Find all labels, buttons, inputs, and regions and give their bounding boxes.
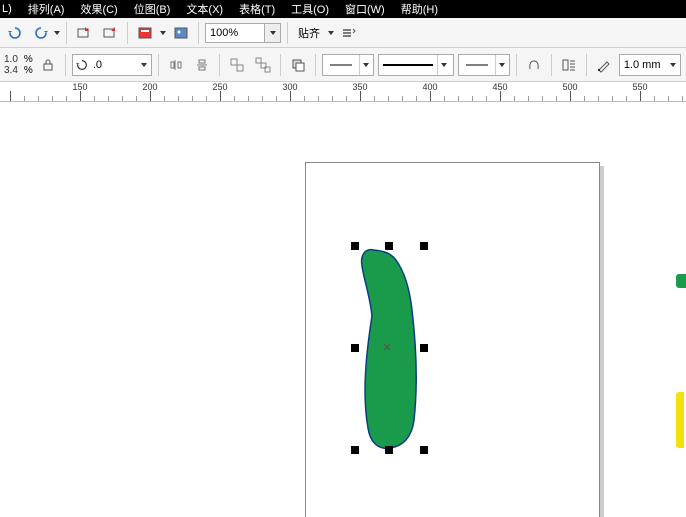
menu-item-tools[interactable]: 工具(O) [291, 1, 329, 17]
menu-item[interactable]: L) [2, 3, 12, 15]
menu-item-effects[interactable]: 效果(C) [80, 1, 117, 17]
undo-button[interactable] [4, 22, 26, 44]
snap-dropdown[interactable] [328, 31, 334, 35]
object-position-readout: 1.0 3.4 [4, 54, 20, 76]
menu-item-text[interactable]: 文本(X) [186, 1, 223, 17]
horizontal-ruler[interactable]: 150200250300350400450500550600 [0, 82, 686, 102]
menu-item-arrange[interactable]: 排列(A) [28, 1, 65, 17]
selection-center-marker[interactable]: ✕ [382, 342, 392, 352]
ruler-label: 500 [562, 82, 577, 92]
scale-percent-readout: % % [24, 54, 33, 76]
close-curve-button[interactable] [523, 54, 545, 76]
end-arrowhead-dropdown[interactable] [495, 55, 509, 75]
undo-history-dropdown[interactable] [54, 31, 60, 35]
end-arrowhead-combo[interactable] [458, 54, 510, 76]
zoom-level-combo[interactable] [205, 23, 281, 43]
offscreen-objects [676, 274, 686, 454]
zoom-level-dropdown[interactable] [265, 23, 281, 43]
export-button[interactable] [99, 22, 121, 44]
start-arrowhead-combo[interactable] [322, 54, 374, 76]
line-style-combo[interactable] [378, 54, 454, 76]
selection-handle[interactable] [385, 242, 393, 250]
rotate-icon [73, 58, 91, 72]
menu-item-window[interactable]: 窗口(W) [345, 1, 385, 17]
menu-item-help[interactable]: 帮助(H) [401, 1, 438, 17]
menu-bar: L) 排列(A) 效果(C) 位图(B) 文本(X) 表格(T) 工具(O) 窗… [0, 0, 686, 18]
ruler-label: 350 [352, 82, 367, 92]
ruler-label: 250 [212, 82, 227, 92]
end-arrowhead-preview [459, 55, 495, 75]
standard-toolbar: 贴齐 [0, 18, 686, 48]
wrap-text-button[interactable] [558, 54, 580, 76]
outline-pen-button[interactable] [593, 54, 615, 76]
zoom-level-input[interactable] [205, 23, 265, 43]
app-launcher-dropdown[interactable] [160, 31, 166, 35]
menu-item-bitmap[interactable]: 位图(B) [134, 1, 171, 17]
outline-width-dropdown[interactable] [666, 63, 680, 67]
page-boundary [305, 162, 600, 517]
to-front-button[interactable] [287, 54, 309, 76]
mirror-horizontal-button[interactable] [165, 54, 187, 76]
app-launcher-button[interactable] [134, 22, 156, 44]
ruler-label: 550 [632, 82, 647, 92]
rotation-angle-input[interactable] [91, 55, 137, 75]
ruler-label: 450 [492, 82, 507, 92]
line-style-dropdown[interactable] [437, 55, 451, 75]
line-style-preview [379, 55, 437, 75]
snap-label[interactable]: 贴齐 [298, 25, 320, 41]
selection-handle[interactable] [385, 446, 393, 454]
redo-button[interactable] [30, 22, 52, 44]
ruler-label: 150 [72, 82, 87, 92]
selection-handle[interactable] [351, 446, 359, 454]
outline-width-combo[interactable] [619, 54, 681, 76]
menu-item-table[interactable]: 表格(T) [239, 1, 275, 17]
selection-handle[interactable] [420, 242, 428, 250]
drawing-canvas[interactable]: ✕ [0, 102, 686, 517]
start-arrowhead-dropdown[interactable] [359, 55, 373, 75]
ungroup-button[interactable] [226, 54, 248, 76]
selection-handle[interactable] [420, 446, 428, 454]
selection-handle[interactable] [351, 242, 359, 250]
ruler-label: 200 [142, 82, 157, 92]
selection-handle[interactable] [351, 344, 359, 352]
outline-width-input[interactable] [620, 55, 666, 75]
property-bar: 1.0 3.4 % % [0, 48, 686, 82]
welcome-screen-button[interactable] [170, 22, 192, 44]
rotation-angle-field[interactable] [72, 54, 152, 76]
rotation-dropdown[interactable] [137, 63, 151, 67]
ungroup-all-button[interactable] [252, 54, 274, 76]
lock-ratio-button[interactable] [37, 54, 59, 76]
start-arrowhead-preview [323, 55, 359, 75]
ruler-label: 400 [422, 82, 437, 92]
mirror-vertical-button[interactable] [191, 54, 213, 76]
options-button[interactable] [338, 22, 360, 44]
selection-handle[interactable] [420, 344, 428, 352]
import-button[interactable] [73, 22, 95, 44]
ruler-label: 300 [282, 82, 297, 92]
